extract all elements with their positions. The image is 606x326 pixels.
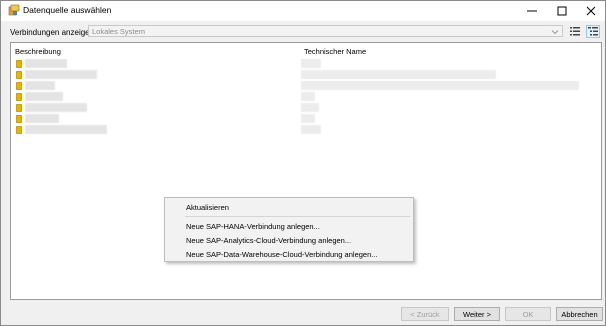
database-icon [16,115,22,123]
chevron-down-icon [551,30,559,35]
window-title: Datenquelle auswählen [23,5,112,15]
redacted-name [25,125,107,134]
context-menu: Aktualisieren Neue SAP-HANA-Verbindung a… [164,197,414,262]
redacted-technical-name [301,59,321,68]
menu-item-new-dwc-connection[interactable]: Neue SAP-Data-Warehouse-Cloud-Verbindung… [186,250,378,259]
column-header-description[interactable]: Beschreibung [15,47,61,56]
column-header-technical-name[interactable]: Technischer Name [304,47,366,56]
database-icon [16,126,22,134]
redacted-name [25,70,97,79]
database-icon [16,82,22,90]
maximize-icon [557,6,567,16]
minimize-button[interactable] [517,1,547,21]
ok-button[interactable]: OK [505,307,551,321]
title-bar[interactable]: Datenquelle auswählen [1,1,605,21]
redacted-technical-name [301,92,315,101]
redacted-technical-name [301,114,315,123]
database-icon [16,93,22,101]
minimize-icon [527,10,537,12]
detail-view-button[interactable] [586,25,600,38]
redacted-technical-name [301,70,496,79]
redacted-name [25,92,63,101]
redacted-name [25,103,87,112]
back-button[interactable]: < Zurück [401,307,449,321]
connections-label: Verbindungen anzeigen [10,28,95,37]
app-icon [8,4,20,16]
menu-item-refresh[interactable]: Aktualisieren [186,203,229,212]
combo-value: Lokales System [92,27,145,36]
menu-item-new-hana-connection[interactable]: Neue SAP-HANA-Verbindung anlegen... [186,222,320,231]
menu-item-new-sac-connection[interactable]: Neue SAP-Analytics-Cloud-Verbindung anle… [186,236,351,245]
close-button[interactable] [576,1,606,21]
cancel-button[interactable]: Abbrechen [556,307,603,321]
connections-combo[interactable]: Lokales System [88,25,563,37]
detail-view-icon [588,27,598,36]
database-icon [16,71,22,79]
list-view-icon [570,27,580,36]
redacted-technical-name [301,103,319,112]
menu-separator [185,216,410,217]
database-icon [16,60,22,68]
next-button[interactable]: Weiter > [454,307,500,321]
maximize-button[interactable] [547,1,577,21]
redacted-technical-name [301,125,321,134]
redacted-name [25,114,59,123]
redacted-technical-name [301,81,579,90]
data-source-dialog: Datenquelle auswählen Verbindungen anzei… [0,0,606,326]
database-icon [16,104,22,112]
close-icon [586,6,596,16]
redacted-name [25,59,67,68]
redacted-name [25,81,55,90]
list-view-button[interactable] [568,25,582,38]
